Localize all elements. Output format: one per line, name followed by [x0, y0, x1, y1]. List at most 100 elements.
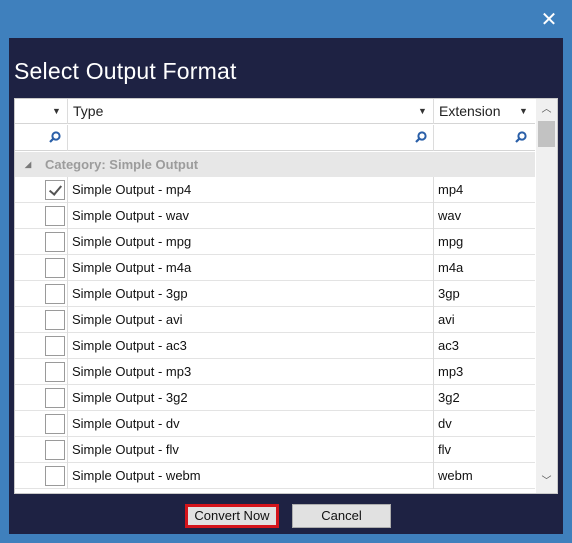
- column-divider: [433, 177, 434, 203]
- table-row[interactable]: Simple Output - m4a m4a: [15, 255, 535, 281]
- format-grid: ▼ Type ▼ Extension ▼ ◢ Category: Simple …: [14, 98, 558, 494]
- table-row[interactable]: Simple Output - flv flv: [15, 437, 535, 463]
- table-row[interactable]: Simple Output - mpg mpg: [15, 229, 535, 255]
- chevron-down-icon[interactable]: ▼: [418, 99, 427, 123]
- column-header-type[interactable]: Type: [73, 99, 103, 123]
- column-divider: [433, 229, 434, 255]
- column-divider: [67, 281, 68, 307]
- type-cell: Simple Output - avi: [72, 312, 183, 327]
- chevron-down-icon[interactable]: ▼: [52, 99, 61, 123]
- table-row[interactable]: Simple Output - webm webm: [15, 463, 535, 489]
- row-checkbox[interactable]: [45, 466, 65, 486]
- search-icon[interactable]: [415, 131, 427, 143]
- type-cell: Simple Output - 3g2: [72, 390, 188, 405]
- cancel-button[interactable]: Cancel: [292, 504, 391, 528]
- table-row[interactable]: Simple Output - avi avi: [15, 307, 535, 333]
- type-cell: Simple Output - wav: [72, 208, 190, 223]
- column-divider: [67, 307, 68, 333]
- extension-cell: avi: [438, 312, 455, 327]
- row-checkbox[interactable]: [45, 206, 65, 226]
- row-checkbox[interactable]: [45, 284, 65, 304]
- column-divider: [433, 411, 434, 437]
- column-divider: [67, 125, 68, 151]
- table-row[interactable]: Simple Output - mp3 mp3: [15, 359, 535, 385]
- type-cell: Simple Output - flv: [72, 442, 179, 457]
- extension-cell: m4a: [438, 260, 464, 275]
- column-divider: [433, 99, 434, 124]
- column-divider: [433, 281, 434, 307]
- column-divider: [433, 203, 434, 229]
- triangle-down-icon[interactable]: ◢: [25, 152, 31, 177]
- table-row[interactable]: Simple Output - ac3 ac3: [15, 333, 535, 359]
- scrollbar-thumb[interactable]: [538, 121, 555, 147]
- column-divider: [67, 99, 68, 124]
- column-divider: [67, 463, 68, 489]
- category-group-row[interactable]: ◢ Category: Simple Output: [15, 152, 535, 177]
- scroll-up-icon[interactable]: ︿: [536, 101, 557, 119]
- row-checkbox[interactable]: [45, 310, 65, 330]
- row-checkbox[interactable]: [45, 232, 65, 252]
- extension-cell: webm: [438, 468, 473, 483]
- search-icon[interactable]: [49, 131, 61, 143]
- filter-row: [15, 125, 535, 151]
- column-divider: [433, 437, 434, 463]
- extension-cell: ac3: [438, 338, 459, 353]
- extension-cell: 3gp: [438, 286, 460, 301]
- row-checkbox[interactable]: [45, 362, 65, 382]
- extension-cell: mpg: [438, 234, 464, 249]
- type-cell: Simple Output - mpg: [72, 234, 192, 249]
- extension-cell: wav: [438, 208, 462, 223]
- extension-cell: flv: [438, 442, 451, 457]
- table-row[interactable]: Simple Output - mp4 mp4: [15, 177, 535, 203]
- column-divider: [433, 333, 434, 359]
- column-divider: [67, 203, 68, 229]
- column-header-extension[interactable]: Extension: [439, 99, 500, 123]
- row-checkbox[interactable]: [45, 336, 65, 356]
- type-cell: Simple Output - mp3: [72, 364, 192, 379]
- column-divider: [67, 359, 68, 385]
- type-cell: Simple Output - webm: [72, 468, 201, 483]
- column-divider: [67, 177, 68, 203]
- column-divider: [433, 385, 434, 411]
- extension-cell: dv: [438, 416, 452, 431]
- grid-header: ▼ Type ▼ Extension ▼: [15, 99, 535, 124]
- search-icon[interactable]: [515, 131, 527, 143]
- extension-cell: mp3: [438, 364, 464, 379]
- column-divider: [433, 125, 434, 151]
- row-checkbox[interactable]: [45, 388, 65, 408]
- table-row[interactable]: Simple Output - 3gp 3gp: [15, 281, 535, 307]
- column-divider: [67, 437, 68, 463]
- column-divider: [433, 255, 434, 281]
- column-divider: [67, 333, 68, 359]
- type-cell: Simple Output - m4a: [72, 260, 192, 275]
- dialog-body: Select Output Format ▼ Type ▼ Extension …: [9, 38, 563, 534]
- title-bar: ✕: [0, 0, 572, 38]
- scroll-down-icon[interactable]: ﹀: [536, 473, 557, 491]
- row-checkbox[interactable]: [45, 414, 65, 434]
- column-divider: [67, 255, 68, 281]
- column-divider: [433, 463, 434, 489]
- type-cell: Simple Output - dv: [72, 416, 180, 431]
- type-cell: Simple Output - ac3: [72, 338, 187, 353]
- row-checkbox[interactable]: [45, 258, 65, 278]
- vertical-scrollbar[interactable]: ︿ ﹀: [536, 99, 557, 493]
- category-label: Category: Simple Output: [45, 157, 199, 172]
- row-checkbox[interactable]: [45, 440, 65, 460]
- table-row[interactable]: Simple Output - 3g2 3g2: [15, 385, 535, 411]
- column-divider: [67, 411, 68, 437]
- column-divider: [67, 229, 68, 255]
- extension-cell: mp4: [438, 182, 464, 197]
- type-cell: Simple Output - mp4: [72, 182, 192, 197]
- chevron-down-icon[interactable]: ▼: [519, 99, 528, 123]
- extension-cell: 3g2: [438, 390, 460, 405]
- convert-now-button[interactable]: Convert Now: [185, 504, 279, 528]
- column-divider: [67, 385, 68, 411]
- column-divider: [433, 359, 434, 385]
- close-icon[interactable]: ✕: [540, 9, 558, 29]
- column-divider: [433, 307, 434, 333]
- row-checkbox[interactable]: [45, 180, 65, 200]
- type-cell: Simple Output - 3gp: [72, 286, 188, 301]
- dialog-window: ✕ Select Output Format ▼ Type ▼ Extensio…: [0, 0, 572, 543]
- table-row[interactable]: Simple Output - dv dv: [15, 411, 535, 437]
- table-row[interactable]: Simple Output - wav wav: [15, 203, 535, 229]
